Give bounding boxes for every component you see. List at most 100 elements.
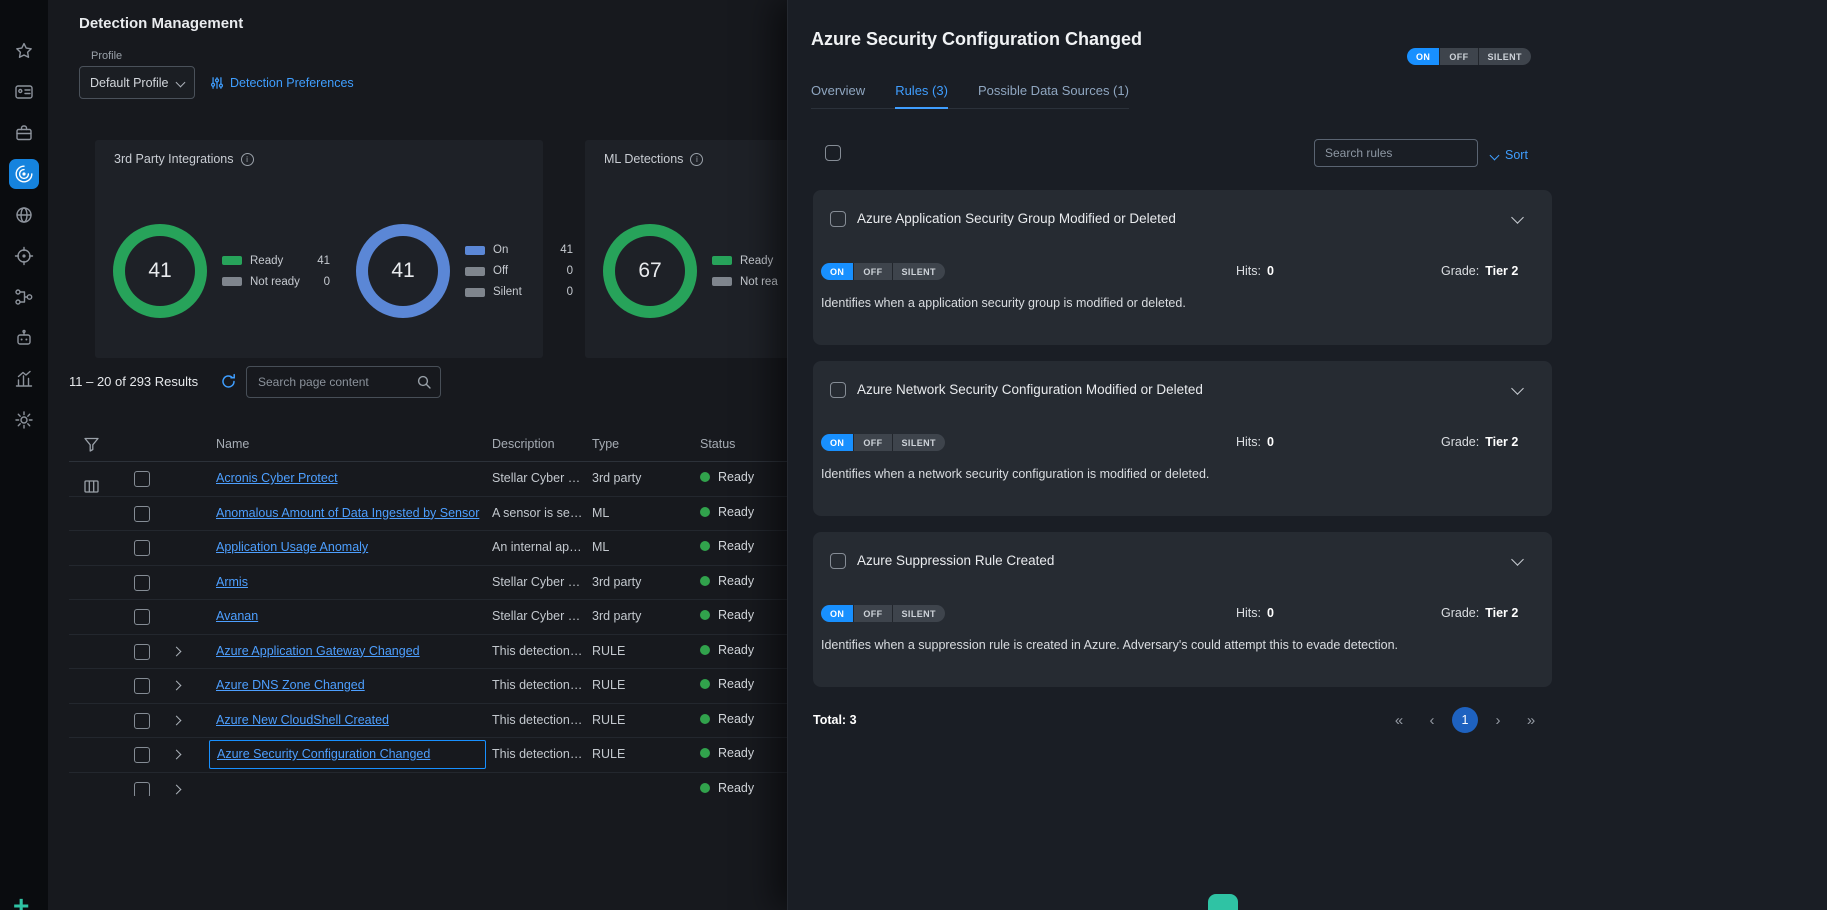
- tab-overview[interactable]: Overview: [811, 83, 865, 108]
- status-dot: [700, 714, 710, 724]
- row-checkbox[interactable]: [134, 575, 150, 591]
- legend-value: 41: [314, 255, 330, 267]
- globe-icon[interactable]: [13, 204, 35, 226]
- expand-chevron-icon[interactable]: [172, 681, 182, 691]
- row-name-link[interactable]: Azure Application Gateway Changed: [216, 644, 420, 658]
- page-search-input[interactable]: [246, 366, 441, 398]
- flow-icon[interactable]: [13, 286, 35, 308]
- detail-panel: Azure Security Configuration Changed ONO…: [787, 0, 1827, 910]
- rule-checkbox[interactable]: [830, 553, 846, 569]
- toggle-off[interactable]: OFF: [853, 263, 891, 280]
- table-row: Azure Application Gateway Changed This d…: [69, 635, 831, 670]
- row-checkbox[interactable]: [134, 609, 150, 625]
- chart-icon[interactable]: [13, 368, 35, 390]
- row-checkbox[interactable]: [134, 782, 150, 797]
- expand-chevron-icon[interactable]: [172, 646, 182, 656]
- tab-rules-3[interactable]: Rules (3): [895, 83, 948, 108]
- radar-icon[interactable]: [9, 159, 39, 189]
- row-name-link[interactable]: Anomalous Amount of Data Ingested by Sen…: [216, 506, 479, 520]
- toggle-on[interactable]: ON: [821, 434, 853, 451]
- pagination: « ‹ 1 › »: [1386, 707, 1544, 733]
- row-description: This detection…: [492, 747, 582, 761]
- select-all-checkbox[interactable]: [825, 145, 841, 161]
- chevron-down-icon: [176, 78, 186, 88]
- toggle-silent[interactable]: SILENT: [892, 263, 945, 280]
- plus-sparkle-icon[interactable]: +: [13, 892, 29, 910]
- expand-chevron-icon[interactable]: [172, 784, 182, 794]
- column-header-name[interactable]: Name: [216, 437, 249, 451]
- legend-swatch: [222, 256, 242, 265]
- sort-label: Sort: [1505, 148, 1528, 162]
- star-icon[interactable]: [13, 40, 35, 62]
- status-label: Ready: [718, 781, 754, 795]
- card-icon[interactable]: [13, 81, 35, 103]
- row-type: RULE: [592, 713, 625, 727]
- search-icon: [416, 374, 432, 390]
- column-header-status[interactable]: Status: [700, 437, 735, 451]
- sort-control[interactable]: Sort: [1491, 148, 1528, 162]
- row-checkbox[interactable]: [134, 644, 150, 660]
- first-page-icon[interactable]: «: [1386, 707, 1412, 733]
- profile-select[interactable]: Default Profile: [79, 66, 195, 99]
- row-status: Ready: [700, 470, 754, 484]
- info-icon[interactable]: i: [690, 153, 703, 166]
- last-page-icon[interactable]: »: [1518, 707, 1544, 733]
- row-checkbox[interactable]: [134, 471, 150, 487]
- rule-checkbox[interactable]: [830, 382, 846, 398]
- legend-row: Not ready 0: [222, 276, 330, 288]
- expand-chevron-icon[interactable]: [172, 715, 182, 725]
- toggle-off[interactable]: OFF: [853, 605, 891, 622]
- expand-chevron-icon[interactable]: [172, 750, 182, 760]
- row-checkbox[interactable]: [134, 540, 150, 556]
- refresh-icon[interactable]: [220, 373, 237, 390]
- row-name-link[interactable]: Armis: [216, 575, 248, 589]
- toggle-off[interactable]: OFF: [853, 434, 891, 451]
- rule-checkbox[interactable]: [830, 211, 846, 227]
- row-name-link[interactable]: Azure Security Configuration Changed: [209, 740, 486, 769]
- toggle-on[interactable]: ON: [1407, 48, 1439, 65]
- toggle-silent[interactable]: SILENT: [892, 434, 945, 451]
- info-icon[interactable]: i: [241, 153, 254, 166]
- briefcase-icon[interactable]: [13, 122, 35, 144]
- next-page-icon[interactable]: ›: [1485, 707, 1511, 733]
- rule-title: Azure Suppression Rule Created: [857, 553, 1054, 568]
- row-checkbox[interactable]: [134, 713, 150, 729]
- toggle-on[interactable]: ON: [821, 263, 853, 280]
- row-description: Stellar Cyber …: [492, 609, 580, 623]
- rule-state-toggle: ONOFFSILENT: [821, 263, 945, 280]
- chevron-down-icon: [1490, 150, 1500, 160]
- toggle-on[interactable]: ON: [821, 605, 853, 622]
- rules-search-input[interactable]: [1314, 139, 1478, 167]
- gear-icon[interactable]: [13, 409, 35, 431]
- row-name-link[interactable]: Application Usage Anomaly: [216, 540, 368, 554]
- legend-row: Silent 0: [465, 286, 573, 298]
- legend-label: Ready: [250, 255, 306, 267]
- page-title: Detection Management: [79, 15, 243, 32]
- chevron-down-icon[interactable]: [1511, 553, 1524, 566]
- toggle-silent[interactable]: SILENT: [1478, 48, 1531, 65]
- current-page[interactable]: 1: [1452, 707, 1478, 733]
- column-header-description[interactable]: Description: [492, 437, 555, 451]
- chat-widget-icon[interactable]: [1208, 894, 1238, 910]
- row-checkbox[interactable]: [134, 506, 150, 522]
- rule-hits: Hits:0: [1236, 606, 1274, 620]
- toggle-off[interactable]: OFF: [1439, 48, 1477, 65]
- row-name-link[interactable]: Acronis Cyber Protect: [216, 471, 338, 485]
- column-header-type[interactable]: Type: [592, 437, 619, 451]
- chevron-down-icon[interactable]: [1511, 211, 1524, 224]
- target-icon[interactable]: [13, 245, 35, 267]
- detection-preferences-link[interactable]: Detection Preferences: [210, 76, 354, 90]
- status-label: Ready: [718, 712, 754, 726]
- row-checkbox[interactable]: [134, 678, 150, 694]
- bot-icon[interactable]: [13, 327, 35, 349]
- row-checkbox[interactable]: [134, 747, 150, 763]
- row-name-link[interactable]: Azure DNS Zone Changed: [216, 678, 365, 692]
- prev-page-icon[interactable]: ‹: [1419, 707, 1445, 733]
- tab-possible-data-sources-1[interactable]: Possible Data Sources (1): [978, 83, 1129, 108]
- card-3rd-party-integrations: 3rd Party Integrationsi 41 Ready 41 Not …: [95, 140, 543, 358]
- row-name-link[interactable]: Azure New CloudShell Created: [216, 713, 389, 727]
- toggle-silent[interactable]: SILENT: [892, 605, 945, 622]
- filter-icon[interactable]: [83, 436, 100, 453]
- row-name-link[interactable]: Avanan: [216, 609, 258, 623]
- chevron-down-icon[interactable]: [1511, 382, 1524, 395]
